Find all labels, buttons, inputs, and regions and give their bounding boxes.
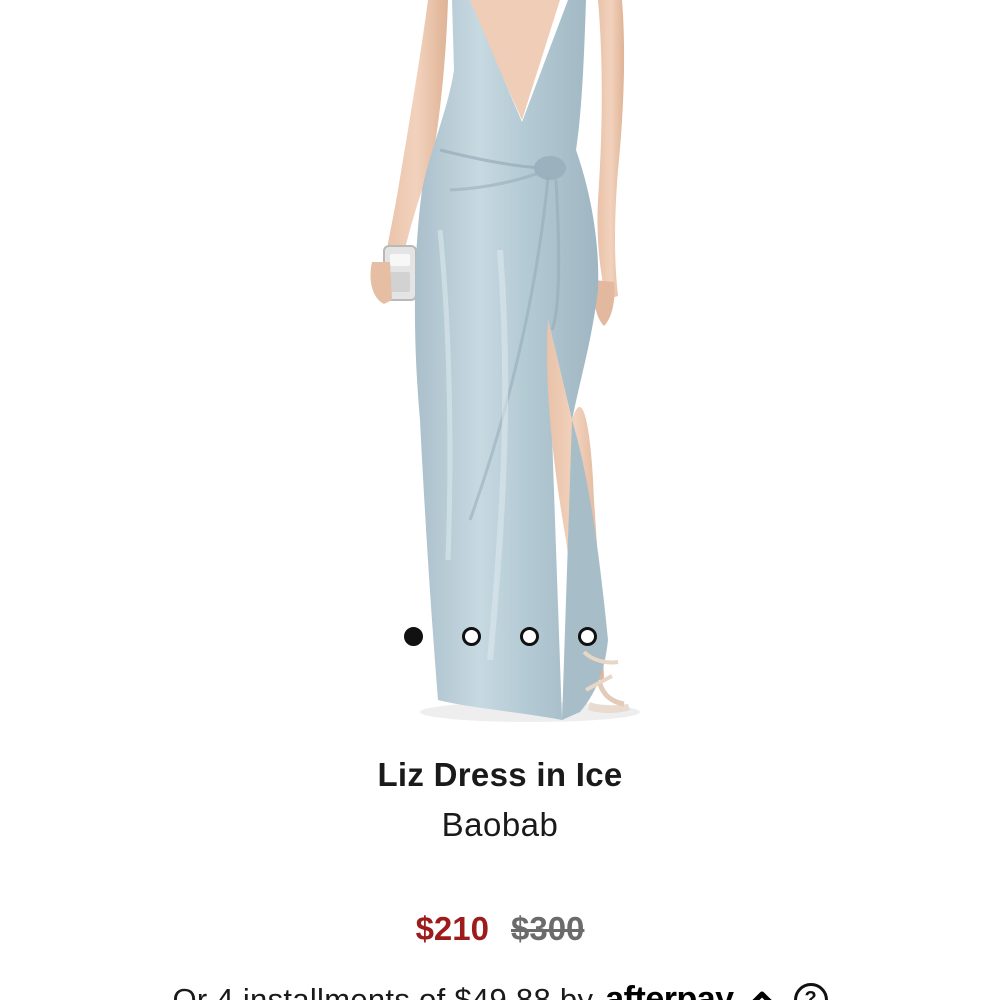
original-price: $300: [511, 910, 585, 947]
product-page: Liz Dress in Ice Baobab $210 $300 Or 4 i…: [0, 0, 1000, 1000]
price-row: $210 $300: [0, 910, 1000, 948]
installments-text: Or 4 installments of $49.88 by: [172, 981, 594, 1000]
product-title: Liz Dress in Ice: [377, 756, 623, 793]
carousel-dot[interactable]: [461, 626, 481, 646]
carousel-dot[interactable]: [519, 626, 539, 646]
product-brand[interactable]: Baobab: [0, 806, 1000, 844]
sale-price: $210: [415, 910, 489, 947]
afterpay-installments: Or 4 installments of $49.88 by afterpay …: [0, 980, 1000, 1000]
help-icon[interactable]: ?: [793, 982, 828, 1000]
image-carousel-dots: [0, 624, 1000, 648]
afterpay-logo: afterpay: [605, 980, 734, 1000]
carousel-dot[interactable]: [403, 626, 423, 646]
afterpay-arrows-icon: [751, 991, 772, 1000]
carousel-dot[interactable]: [577, 626, 597, 646]
